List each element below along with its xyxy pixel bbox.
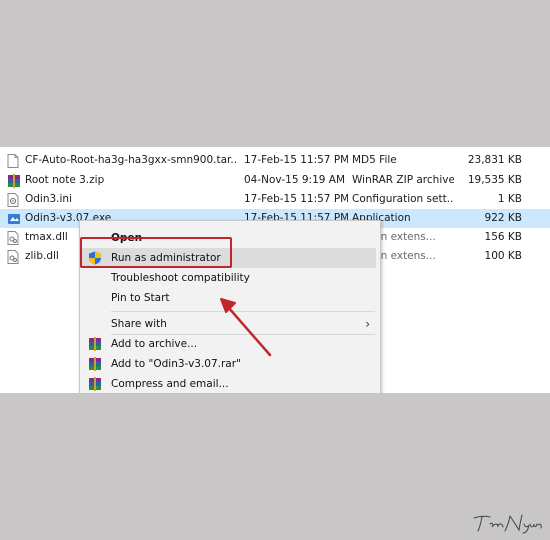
page: { "files": [ {"name": "CF-Auto-Root-ha3g… xyxy=(0,0,550,540)
signature-watermark xyxy=(470,512,544,538)
explorer-window: CF-Auto-Root-ha3g-ha3gxx-smn900.tar.... … xyxy=(0,147,550,393)
annotation-arrow xyxy=(220,298,272,357)
